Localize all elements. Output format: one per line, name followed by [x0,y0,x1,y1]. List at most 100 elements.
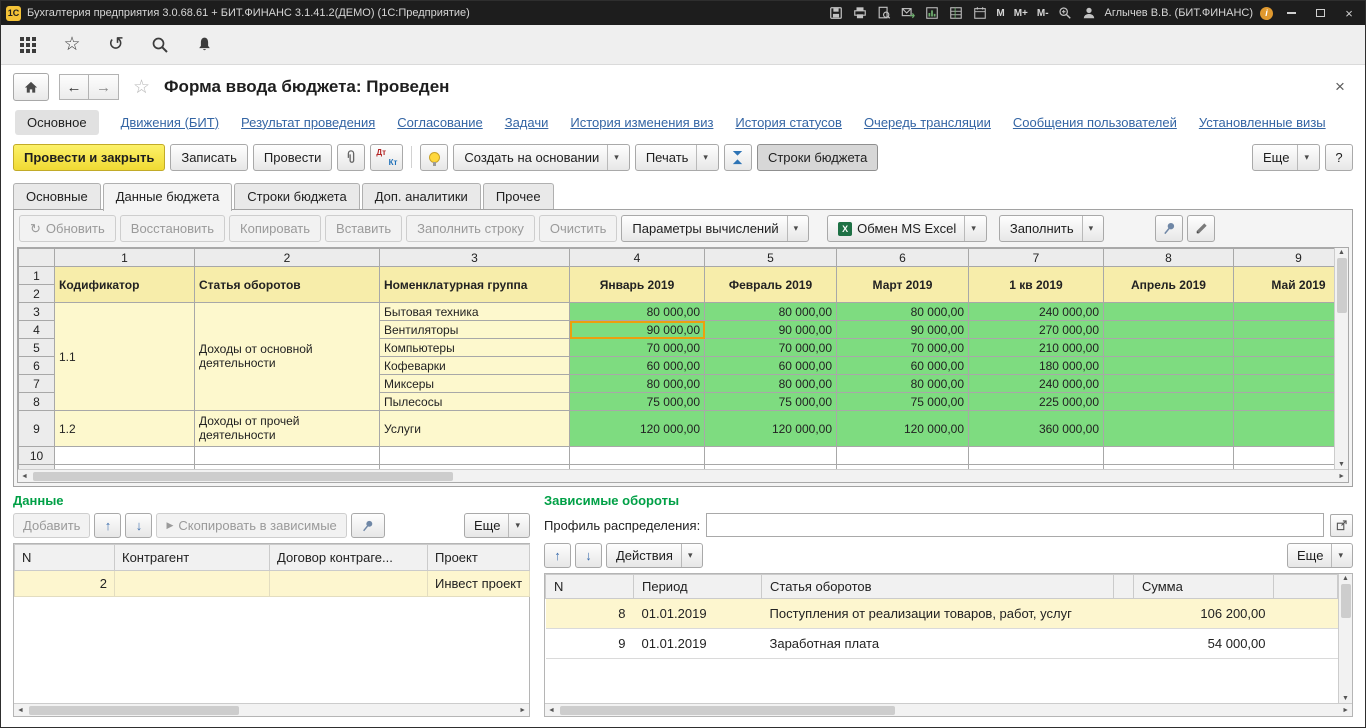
memory-mminus-button[interactable]: М- [1036,8,1050,19]
cell-empty[interactable] [380,447,570,465]
scroll-left-button[interactable]: ◄ [21,473,28,480]
cell-value-empty[interactable] [1234,393,1335,411]
col-header[interactable]: 8 [1104,249,1234,267]
fill-row-button[interactable]: Заполнить строку [406,215,535,242]
scroll-up-button[interactable]: ▲ [1342,575,1349,582]
row-header[interactable]: 8 [19,393,55,411]
post-button[interactable]: Провести [253,144,333,171]
row-header[interactable]: 1 [19,267,55,285]
copy-button[interactable]: Копировать [229,215,321,242]
cell-value-empty[interactable] [1234,375,1335,393]
cell-value[interactable]: 80 000,00 [837,303,969,321]
more-button[interactable]: Еще▾ [1252,144,1320,171]
form-close-button[interactable]: × [1327,77,1353,97]
cell-value[interactable]: 210 000,00 [969,339,1104,357]
copy-to-dependent-button[interactable]: ▶Скопировать в зависимые [156,513,346,538]
move-up-button[interactable]: ↑ [544,543,571,568]
column-header-blank[interactable] [1114,575,1134,599]
row-header[interactable]: 3 [19,303,55,321]
header-january[interactable]: Январь 2019 [570,267,705,303]
cell-empty[interactable] [837,447,969,465]
cell-value[interactable]: 225 000,00 [969,393,1104,411]
pin-button[interactable] [1155,215,1183,242]
row-header[interactable]: 9 [19,411,55,447]
cell-value[interactable]: 60 000,00 [705,357,837,375]
dependent-vertical-scrollbar[interactable]: ▲ ▼ [1338,574,1352,703]
column-header-project[interactable]: Проект [428,545,530,571]
header-group[interactable]: Номенклатурная группа [380,267,570,303]
cell-empty[interactable] [570,447,705,465]
cell-empty[interactable] [705,447,837,465]
clear-button[interactable]: Очистить [539,215,618,242]
cell-period[interactable]: 01.01.2019 [634,629,762,659]
cell-value[interactable]: 270 000,00 [969,321,1104,339]
col-header[interactable]: 7 [969,249,1104,267]
cell-period[interactable]: 01.01.2019 [634,599,762,629]
edit-button[interactable] [1187,215,1215,242]
scroll-right-button[interactable]: ► [1338,473,1345,480]
cell-value[interactable]: 80 000,00 [570,303,705,321]
tab-budget-lines[interactable]: Строки бюджета [234,183,359,209]
budget-horizontal-scrollbar[interactable]: ◄ ► [18,469,1348,482]
scrollbar-thumb[interactable] [1341,584,1351,618]
cell-empty[interactable] [1234,447,1335,465]
favorites-star-icon[interactable]: ☆ [61,34,83,56]
cell-article[interactable]: Заработная плата [762,629,1114,659]
nav-link-set-visas[interactable]: Установленные визы [1199,115,1326,130]
header-q1[interactable]: 1 кв 2019 [969,267,1104,303]
scrollbar-thumb[interactable] [1337,258,1347,313]
header-may[interactable]: Май 2019 [1234,267,1335,303]
forward-button[interactable]: → [89,74,119,100]
cell-group[interactable]: Бытовая техника [380,303,570,321]
calc-params-button[interactable]: Параметры вычислений▾ [621,215,809,242]
preview-icon[interactable] [875,5,892,21]
memory-mplus-button[interactable]: М+ [1013,8,1029,19]
restore-button[interactable]: Восстановить [120,215,225,242]
cell-group[interactable]: Вентиляторы [380,321,570,339]
nav-link-posting-result[interactable]: Результат проведения [241,115,375,130]
cell-contract[interactable] [270,571,428,597]
cell-empty[interactable] [969,447,1104,465]
create-based-on-button[interactable]: Создать на основании▾ [453,144,629,171]
cell-contractor[interactable] [115,571,270,597]
tab-budget-data[interactable]: Данные бюджета [103,183,233,211]
close-window-button[interactable]: × [1338,4,1360,22]
maximize-button[interactable] [1309,4,1331,22]
help-button[interactable]: ? [1325,144,1353,171]
cell-n[interactable]: 8 [546,599,634,629]
hint-button[interactable] [420,144,448,171]
scroll-down-button[interactable]: ▼ [1338,461,1345,468]
nav-link-approval[interactable]: Согласование [397,115,482,130]
search-icon[interactable] [149,34,171,56]
favorite-star-icon[interactable]: ☆ [133,76,150,99]
header-march[interactable]: Март 2019 [837,267,969,303]
zoom-icon[interactable] [1057,5,1074,21]
calendar-icon[interactable] [971,5,988,21]
cell-value[interactable]: 70 000,00 [837,339,969,357]
pin-button[interactable] [351,513,385,538]
row-header[interactable]: 7 [19,375,55,393]
cell-value[interactable]: 75 000,00 [705,393,837,411]
col-header[interactable]: 5 [705,249,837,267]
back-button[interactable]: ← [59,74,89,100]
profile-open-button[interactable] [1330,514,1353,537]
row-header[interactable]: 2 [19,285,55,303]
menu-grid-icon[interactable] [17,34,39,56]
nav-link-translation-queue[interactable]: Очередь трансляции [864,115,991,130]
cell-project[interactable]: Инвест проект [428,571,530,597]
home-button[interactable] [13,73,49,101]
cell-value[interactable]: 60 000,00 [837,357,969,375]
scroll-left-button[interactable]: ◄ [548,707,555,714]
scrollbar-track[interactable] [31,472,1335,481]
cell-codifier[interactable]: 1.1 [55,303,195,411]
cell-value[interactable]: 120 000,00 [837,411,969,447]
header-april[interactable]: Апрель 2019 [1104,267,1234,303]
nav-tab-main[interactable]: Основное [15,110,99,135]
cell-value[interactable]: 120 000,00 [570,411,705,447]
post-and-close-button[interactable]: Провести и закрыть [13,144,165,171]
scroll-up-button[interactable]: ▲ [1338,249,1345,256]
cell-value[interactable]: 70 000,00 [705,339,837,357]
row-header[interactable]: 6 [19,357,55,375]
nav-link-visa-history[interactable]: История изменения виз [570,115,713,130]
row-header[interactable]: 5 [19,339,55,357]
